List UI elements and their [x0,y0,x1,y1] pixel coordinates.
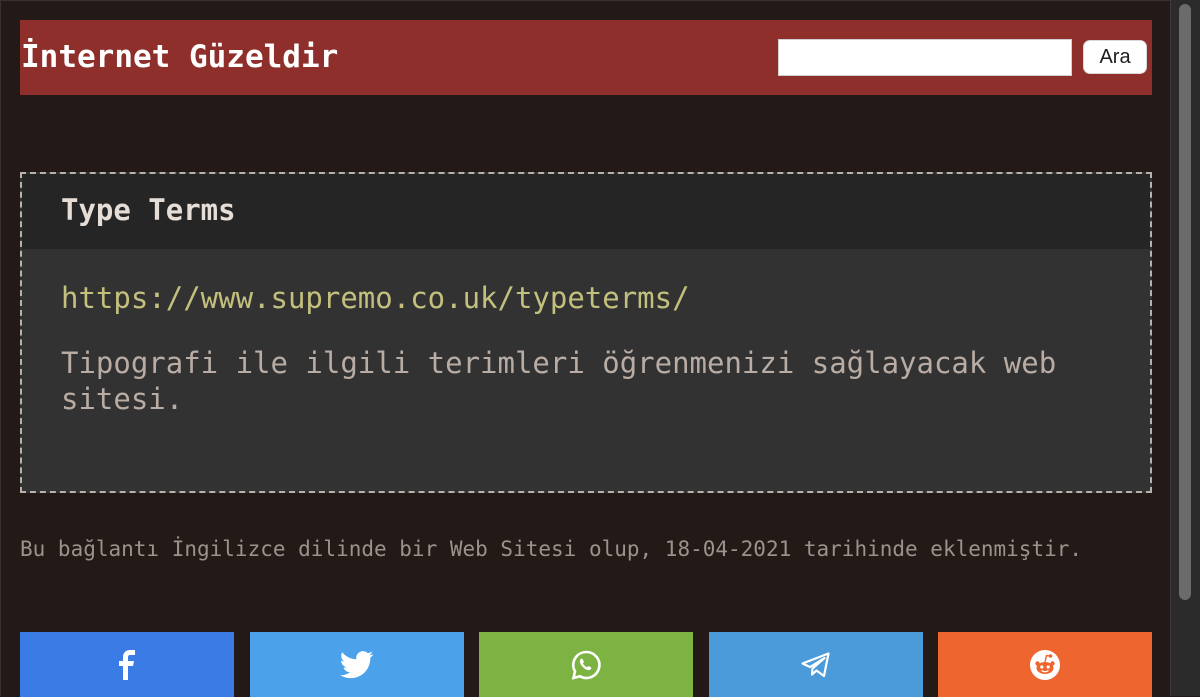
site-title[interactable]: İnternet Güzeldir [21,37,338,77]
link-info-note: Bu bağlantı İngilizce dilinde bir Web Si… [20,537,1083,561]
link-card: Type Terms https://www.supremo.co.uk/typ… [20,172,1152,493]
share-whatsapp-button[interactable] [479,632,693,697]
site-header: İnternet Güzeldir Ara [20,20,1152,95]
scrollbar-thumb[interactable] [1179,4,1191,600]
share-telegram-button[interactable] [709,632,923,697]
search-button[interactable]: Ara [1083,40,1147,74]
share-facebook-button[interactable] [20,632,234,697]
share-bar [20,632,1152,697]
card-url-link[interactable]: https://www.supremo.co.uk/typeterms/ [61,279,690,317]
reddit-icon [1030,649,1060,680]
twitter-icon [340,650,374,678]
vertical-scrollbar[interactable] [1170,0,1200,696]
card-title: Type Terms [61,193,236,227]
page: İnternet Güzeldir Ara Type Terms https:/… [0,0,1170,697]
telegram-icon [801,651,830,677]
share-twitter-button[interactable] [250,632,464,697]
search-input[interactable] [778,39,1072,76]
card-description: Tipografi ile ilgili terimleri öğrenmeni… [61,346,1057,416]
card-header: Type Terms [22,174,1150,249]
whatsapp-icon [571,650,601,680]
facebook-icon [119,649,135,680]
share-reddit-button[interactable] [938,632,1152,697]
